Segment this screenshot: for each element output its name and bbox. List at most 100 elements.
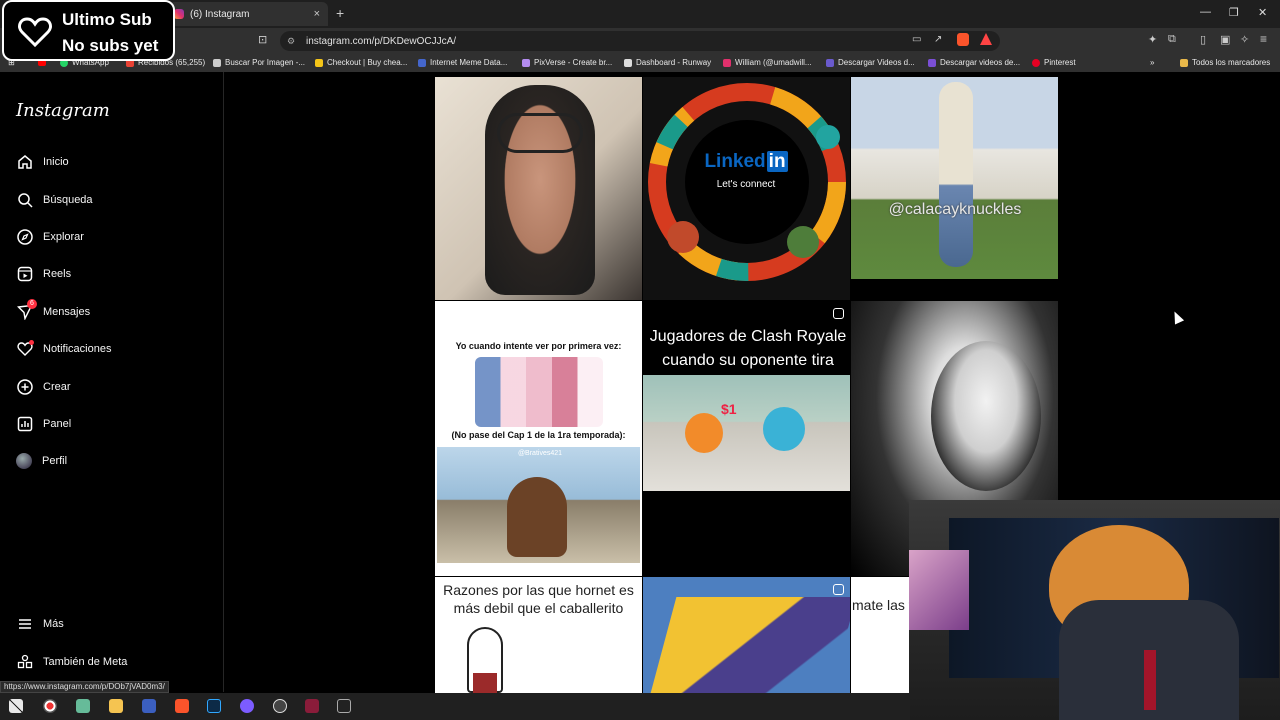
screen: (6) Instagram × + — ❐ ✕ ⊡ instagram.com/…	[0, 0, 1280, 720]
nav-label: También de Meta	[43, 656, 128, 668]
share-icon[interactable]: ↗	[934, 34, 942, 45]
bookmark-pixverse[interactable]: PixVerse - Create br...	[522, 58, 612, 67]
app-m-icon[interactable]	[305, 699, 319, 713]
nav-label: Panel	[43, 418, 72, 430]
crown-icon	[315, 58, 323, 67]
cast-icon[interactable]: ▭	[912, 34, 921, 45]
kym-icon	[418, 58, 426, 67]
nav-mensajes[interactable]: 6 Mensajes	[16, 298, 90, 322]
nav-label: Crear	[43, 381, 71, 393]
bookmark-icon[interactable]: ⊡	[258, 33, 267, 46]
bookmark-instagram[interactable]: William (@umadwill...	[723, 58, 812, 67]
wallet-icon[interactable]: ▣	[1220, 33, 1230, 46]
brave-icon[interactable]	[175, 699, 189, 713]
nav-panel[interactable]: Panel	[16, 414, 71, 434]
brave-shield-icon[interactable]	[957, 33, 969, 46]
close-window-icon[interactable]: ✕	[1258, 6, 1267, 19]
skeleton-figure	[939, 82, 973, 267]
instagram-logo[interactable]: Instagram	[16, 100, 110, 121]
beach-photo	[437, 447, 640, 563]
new-tab-button[interactable]: +	[336, 5, 344, 21]
bookmark-label: PixVerse - Create br...	[534, 58, 613, 67]
bookmark-label: Todos los marcadores	[1192, 58, 1271, 67]
discord-icon[interactable]	[240, 699, 254, 713]
bookmark-descargar-1[interactable]: Descargar Videos d...	[826, 58, 915, 67]
compass-icon	[16, 229, 33, 246]
nav-label: Explorar	[43, 231, 84, 243]
chart-icon	[16, 416, 33, 433]
nav-notificaciones[interactable]: Notificaciones	[16, 339, 111, 359]
restore-icon[interactable]: ❐	[1229, 6, 1239, 19]
stream-sub-overlay: Ultimo Sub No subs yet	[2, 0, 175, 61]
vegas-icon[interactable]	[142, 699, 156, 713]
post-thumbnail-skeleton[interactable]: @calacayknuckles	[851, 77, 1058, 279]
nav-inicio[interactable]: Inicio	[16, 152, 69, 172]
post-thumbnail-rent-a-girlfriend[interactable]: Yo cuando intente ver por primera vez: (…	[435, 301, 642, 576]
leo-icon[interactable]: ✧	[1240, 33, 1249, 46]
search-icon	[16, 192, 33, 209]
linkedin-wordmark: Linked in	[691, 151, 801, 173]
messenger-icon: 6	[16, 298, 37, 321]
nav-label: Búsqueda	[43, 194, 93, 206]
image-search-icon	[213, 58, 221, 67]
meme-middle-caption: (No pase del Cap 1 de la 1ra temporada):	[451, 430, 626, 440]
instagram-favicon-icon	[174, 9, 184, 19]
face-image	[931, 341, 1041, 491]
more-bookmarks-icon[interactable]: »	[1150, 58, 1154, 67]
minimize-icon[interactable]: —	[1200, 6, 1211, 18]
meta-apps-icon	[16, 654, 33, 671]
windows-start-icon[interactable]	[9, 699, 23, 713]
all-bookmarks[interactable]: Todos los marcadores	[1180, 58, 1270, 67]
tab-title: (6) Instagram	[190, 8, 250, 20]
epic-games-icon[interactable]	[337, 699, 351, 713]
obs-icon[interactable]	[273, 699, 287, 713]
post-thumbnail-hornet[interactable]: Razones por las que hornet es más debil …	[435, 577, 642, 693]
red-tie	[1144, 650, 1156, 710]
menu-icon[interactable]: ≡	[1260, 32, 1267, 46]
post-thumbnail-linkedin[interactable]: Linked in Let's connect	[643, 77, 850, 300]
last-sub-label: Ultimo Sub	[62, 10, 152, 29]
reel-indicator-icon	[833, 584, 844, 595]
meme-caption: mate las foto	[852, 597, 909, 613]
app-icon[interactable]	[76, 699, 90, 713]
bookmark-descargar-2[interactable]: Descargar videos de...	[928, 58, 1020, 67]
nav-explorar[interactable]: Explorar	[16, 227, 84, 247]
instagram-sidebar: Instagram Inicio Búsqueda Explorar Reels…	[0, 72, 224, 692]
post-thumbnail-streamer[interactable]	[435, 77, 642, 300]
linkedin-tagline: Let's connect	[716, 179, 776, 190]
post-thumbnail-cartoon-hero[interactable]	[643, 577, 850, 693]
extensions-icon[interactable]: ✦	[1148, 33, 1157, 46]
linkedin-word: Linked	[704, 151, 766, 172]
nav-label: Inicio	[43, 156, 69, 168]
status-link-preview: https://www.instagram.com/p/DOb7jVAD0m3/	[0, 681, 169, 693]
photoshop-icon[interactable]	[207, 699, 221, 713]
brave-rewards-icon[interactable]	[980, 33, 992, 45]
price-tag: $1	[721, 401, 737, 417]
address-toolbar: ⊡ instagram.com/p/DKDewOCJJcA/ ⚙ ▭ ↗ ✦ ⧉…	[0, 28, 1280, 54]
post-thumbnail-partial[interactable]: mate las foto	[851, 577, 909, 693]
bookmark-meme-db[interactable]: Internet Meme Data...	[418, 58, 507, 67]
bookmark-checkout[interactable]: Checkout | Buy chea...	[315, 58, 407, 67]
nav-busqueda[interactable]: Búsqueda	[16, 190, 93, 210]
recording-icon[interactable]	[43, 699, 57, 713]
bookmark-runway[interactable]: Dashboard - Runway	[624, 58, 711, 67]
url-field[interactable]: instagram.com/p/DKDewOCJJcA/	[280, 31, 1000, 51]
nav-mas[interactable]: Más	[16, 614, 64, 634]
nav-tambien-de-meta[interactable]: También de Meta	[16, 652, 127, 672]
post-thumbnail-clash-royale[interactable]: Jugadores de Clash Royale cuando su opon…	[643, 301, 850, 576]
nav-perfil[interactable]: Perfil	[16, 451, 67, 471]
site-info-icon[interactable]: ⚙	[287, 36, 295, 47]
close-tab-icon[interactable]: ×	[314, 8, 320, 20]
nav-reels[interactable]: Reels	[16, 264, 71, 284]
tab-instagram[interactable]: (6) Instagram ×	[168, 2, 328, 26]
bookmark-pinterest[interactable]: Pinterest	[1032, 58, 1076, 67]
sidebar-toggle-icon[interactable]: ▯	[1200, 33, 1206, 46]
meme-caption: Razones por las que hornet es más debil …	[443, 582, 634, 616]
bookmark-image-search[interactable]: Buscar Por Imagen -...	[213, 58, 305, 67]
file-explorer-icon[interactable]	[109, 699, 123, 713]
tab-search-icon[interactable]: ⧉	[1168, 33, 1176, 46]
monitor-screen	[909, 550, 969, 630]
meme-top-caption: Yo cuando intente ver por primera vez:	[455, 341, 622, 351]
nav-crear[interactable]: Crear	[16, 377, 71, 397]
url-text: instagram.com/p/DKDewOCJJcA/	[306, 35, 457, 47]
